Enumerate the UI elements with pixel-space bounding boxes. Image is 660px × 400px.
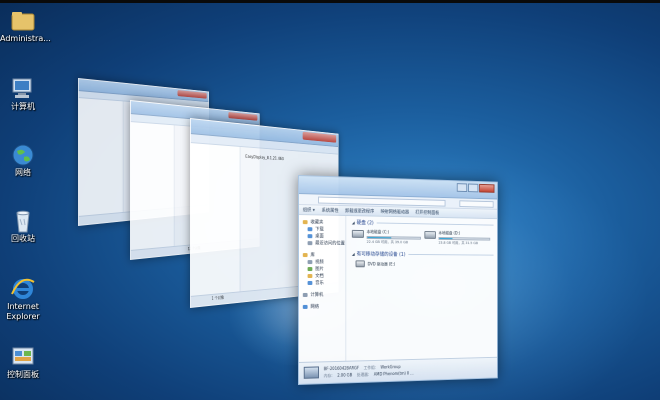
desktop-icon-network[interactable]: 网络 xyxy=(0,142,46,178)
user-folder-icon xyxy=(11,12,35,31)
section-removable-devices[interactable]: ◢ 有可移动存储的设备 (1) xyxy=(352,251,494,259)
computer-icon xyxy=(302,292,308,297)
drive-c[interactable]: 本地磁盘 (C:) 22.4 GB 可用，共 39.0 GB xyxy=(351,229,421,246)
computer-icon xyxy=(303,366,320,379)
file-item[interactable]: EasyDisplay_8.1.21.463 xyxy=(245,155,283,162)
recycle-bin-icon xyxy=(16,210,30,233)
video-icon xyxy=(307,259,313,264)
organize-button[interactable]: 组织 ▾ xyxy=(303,207,315,213)
desktop-icon-recycle-bin[interactable]: 回收站 xyxy=(0,208,46,244)
picture-icon xyxy=(307,266,313,271)
nav-music[interactable]: 音乐 xyxy=(299,279,345,286)
dvd-drive-icon xyxy=(355,260,365,268)
flip3d-window-computer[interactable]: 组织 ▾ 系统属性 卸载或更改程序 映射网络驱动器 打开控制面板 收藏夹 下载 … xyxy=(298,175,498,385)
nav-documents[interactable]: 文档 xyxy=(299,272,345,279)
open-control-panel-button[interactable]: 打开控制面板 xyxy=(415,209,439,215)
minimize-button[interactable] xyxy=(456,183,468,193)
window-controls xyxy=(456,183,495,193)
desktop-icon-administrator[interactable]: Administra... xyxy=(0,8,51,44)
drive-free-space: 23.8 GB 可用，共 31.5 GB xyxy=(438,240,478,246)
collapse-triangle-icon: ◢ xyxy=(351,251,355,257)
desktop-icon-computer[interactable]: 计算机 xyxy=(0,76,46,112)
navigation-pane: 收藏夹 下载 桌面 最近访问的位置 库 视频 图片 文档 音乐 计算机 网络 xyxy=(298,215,347,362)
network-icon xyxy=(302,304,308,309)
section-hard-disks[interactable]: ◢ 硬盘 (2) xyxy=(352,219,494,228)
status-text: 1 个对象 xyxy=(211,294,225,301)
memory-value: 2.00 GB xyxy=(337,372,353,378)
nav-network[interactable]: 网络 xyxy=(299,303,345,310)
drive-usage-fill xyxy=(367,236,392,239)
collapse-triangle-icon: ◢ xyxy=(351,220,355,226)
processor-value: AMD Phenom(tm) II ... xyxy=(373,370,414,377)
desktop-icon-label: 网络 xyxy=(15,168,31,177)
recent-icon xyxy=(307,240,313,245)
desktop-icon-internet-explorer[interactable]: Internet Explorer xyxy=(0,276,46,322)
desktop-icon-label: Internet Explorer xyxy=(6,302,40,321)
desktop-icon-label: 控制面板 xyxy=(7,370,39,379)
library-icon xyxy=(302,252,308,257)
drive-name: 本地磁盘 (D:) xyxy=(438,230,461,236)
desktop-icon-label: Administra... xyxy=(0,34,51,43)
system-properties-button[interactable]: 系统属性 xyxy=(322,207,339,213)
desktop-icon-label: 计算机 xyxy=(11,102,35,111)
desktop-icon xyxy=(307,233,313,238)
star-icon xyxy=(302,219,308,224)
internet-explorer-icon xyxy=(11,278,35,299)
desktop-icon-label: 回收站 xyxy=(11,234,35,243)
uninstall-program-button[interactable]: 卸载或更改程序 xyxy=(345,208,374,215)
drive-name: 本地磁盘 (C:) xyxy=(366,229,390,235)
network-globe-icon xyxy=(12,144,34,166)
address-input[interactable] xyxy=(318,196,446,207)
desktop-icon-control-panel[interactable]: 控制面板 xyxy=(0,344,46,380)
close-button[interactable] xyxy=(479,183,495,193)
drive-d[interactable]: 本地磁盘 (D:) 23.8 GB 可用，共 31.5 GB xyxy=(424,230,491,246)
document-icon xyxy=(307,273,313,278)
map-network-drive-button[interactable]: 映射网络驱动器 xyxy=(381,208,409,214)
top-edge xyxy=(0,0,660,3)
content-pane: ◢ 硬盘 (2) 本地磁盘 (C:) 22.4 GB 可用，共 39.0 GB … xyxy=(348,216,497,361)
computer-icon xyxy=(12,78,32,98)
drive-free-space: 22.4 GB 可用，共 39.0 GB xyxy=(366,239,408,245)
download-icon xyxy=(307,226,313,231)
nav-recent[interactable]: 最近访问的位置 xyxy=(299,239,345,247)
maximize-button[interactable] xyxy=(468,183,479,193)
window-controls xyxy=(302,131,337,143)
control-panel-icon xyxy=(12,347,34,365)
window-controls xyxy=(228,111,258,121)
drive-dvd[interactable]: DVD 驱动器 (E:) xyxy=(352,260,494,268)
hard-disk-icon xyxy=(424,231,436,239)
nav-computer[interactable]: 计算机 xyxy=(299,291,345,298)
search-input[interactable] xyxy=(459,200,494,208)
hard-disk-icon xyxy=(351,229,364,238)
window-controls xyxy=(177,90,207,99)
music-icon xyxy=(307,280,313,285)
drive-usage-fill xyxy=(439,237,453,240)
